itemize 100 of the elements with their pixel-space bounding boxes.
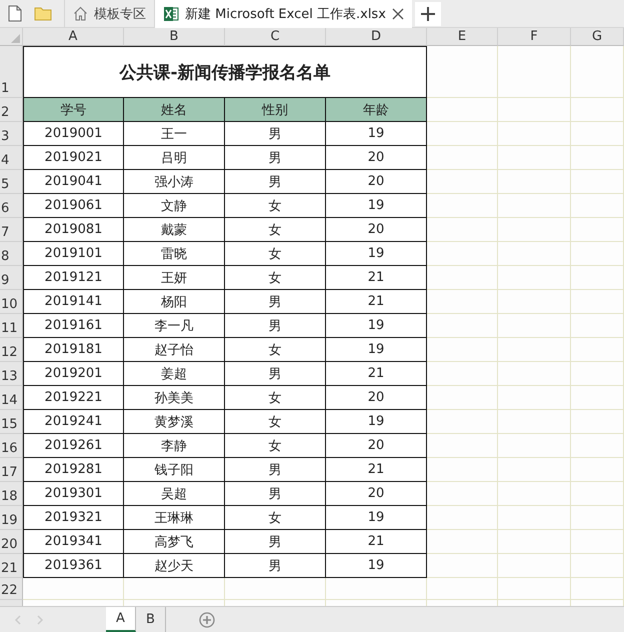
- table-cell: 2019121: [23, 266, 124, 290]
- row-header[interactable]: 6: [0, 194, 23, 218]
- table-cell: 文静: [124, 194, 225, 218]
- table-cell: 王琳琳: [124, 506, 225, 530]
- table-cell: 19: [326, 314, 427, 338]
- folder-icon[interactable]: [34, 6, 52, 21]
- table-cell: 2019041: [23, 170, 124, 194]
- table-cell: 吕明: [124, 146, 225, 170]
- table-cell: 21: [326, 290, 427, 314]
- row-header[interactable]: 20: [0, 530, 23, 554]
- table-cell: 赵子怡: [124, 338, 225, 362]
- table-cell: 21: [326, 530, 427, 554]
- sheet-tab[interactable]: B: [136, 607, 166, 632]
- table-cell: 王一: [124, 122, 225, 146]
- table-cell: 男: [225, 530, 326, 554]
- row-header[interactable]: 10: [0, 290, 23, 314]
- table-cell: 赵少天: [124, 554, 225, 578]
- table-cell: 20: [326, 482, 427, 506]
- row-header[interactable]: 14: [0, 386, 23, 410]
- row-header[interactable]: 15: [0, 410, 23, 434]
- row-header[interactable]: 22: [0, 578, 23, 600]
- table-cell: 王妍: [124, 266, 225, 290]
- table-cell: 钱子阳: [124, 458, 225, 482]
- table-cell: 杨阳: [124, 290, 225, 314]
- row-header[interactable]: [0, 600, 23, 606]
- new-file-icon[interactable]: [8, 5, 22, 22]
- table-cell: 2019021: [23, 146, 124, 170]
- table-cell: 女: [225, 410, 326, 434]
- table-cell: 男: [225, 122, 326, 146]
- plus-icon: [420, 6, 435, 20]
- new-tab-button[interactable]: [414, 2, 441, 26]
- table-title: 公共课-新闻传播学报名名单: [23, 46, 427, 98]
- table-cell: 2019181: [23, 338, 124, 362]
- table-cell: 19: [326, 410, 427, 434]
- row-header[interactable]: 11: [0, 314, 23, 338]
- table-cell: 20: [326, 170, 427, 194]
- table-cell: 21: [326, 362, 427, 386]
- table-cell: 2019361: [23, 554, 124, 578]
- table-cell: 19: [326, 554, 427, 578]
- row-header[interactable]: 1: [0, 46, 23, 98]
- table-cell: 男: [225, 554, 326, 578]
- row-header[interactable]: 19: [0, 506, 23, 530]
- add-sheet-icon[interactable]: [198, 612, 215, 628]
- table-cell: 20: [326, 218, 427, 242]
- column-heading: 姓名: [124, 98, 225, 122]
- previous-sheet-icon[interactable]: [14, 614, 22, 624]
- table-cell: 2019341: [23, 530, 124, 554]
- row-header[interactable]: 4: [0, 146, 23, 170]
- table-cell: 2019101: [23, 242, 124, 266]
- row-header[interactable]: 13: [0, 362, 23, 386]
- table-cell: 女: [225, 338, 326, 362]
- table-cell: 男: [225, 314, 326, 338]
- table-cell: 女: [225, 218, 326, 242]
- document-tab[interactable]: 新建 Microsoft Excel 工作表.xlsx: [154, 0, 412, 28]
- row-header[interactable]: 2: [0, 98, 23, 122]
- row-header[interactable]: 7: [0, 218, 23, 242]
- table-cell: 吴超: [124, 482, 225, 506]
- table-cell: 李一凡: [124, 314, 225, 338]
- row-header[interactable]: 16: [0, 434, 23, 458]
- column-header[interactable]: E: [427, 28, 498, 46]
- column-header[interactable]: F: [498, 28, 571, 46]
- column-header[interactable]: D: [326, 28, 427, 46]
- column-header[interactable]: A: [23, 28, 124, 46]
- row-header[interactable]: 3: [0, 122, 23, 146]
- column-header[interactable]: G: [571, 28, 624, 46]
- table-cell: 20: [326, 386, 427, 410]
- table-cell: 2019281: [23, 458, 124, 482]
- table-cell: 孙美美: [124, 386, 225, 410]
- row-header[interactable]: 12: [0, 338, 23, 362]
- column-heading: 学号: [23, 98, 124, 122]
- table-cell: 高梦飞: [124, 530, 225, 554]
- table-cell: 19: [326, 242, 427, 266]
- column-header[interactable]: C: [225, 28, 326, 46]
- table-cell: 黄梦溪: [124, 410, 225, 434]
- row-header[interactable]: 18: [0, 482, 23, 506]
- table-cell: 女: [225, 266, 326, 290]
- row-header[interactable]: 8: [0, 242, 23, 266]
- table-cell: 雷晓: [124, 242, 225, 266]
- close-icon[interactable]: [392, 8, 404, 20]
- row-header[interactable]: 17: [0, 458, 23, 482]
- table-cell: 2019201: [23, 362, 124, 386]
- row-header[interactable]: 9: [0, 266, 23, 290]
- row-header[interactable]: 21: [0, 554, 23, 578]
- table-cell: 19: [326, 194, 427, 218]
- table-cell: 女: [225, 386, 326, 410]
- table-cell: 2019081: [23, 218, 124, 242]
- table-cell: 李静: [124, 434, 225, 458]
- table-cell: 男: [225, 482, 326, 506]
- table-cell: 男: [225, 170, 326, 194]
- column-header[interactable]: B: [124, 28, 225, 46]
- table-cell: 戴蒙: [124, 218, 225, 242]
- table-cell: 姜超: [124, 362, 225, 386]
- table-cell: 2019261: [23, 434, 124, 458]
- sheet-tab[interactable]: A: [106, 607, 136, 632]
- next-sheet-icon[interactable]: [36, 614, 44, 624]
- table-cell: 19: [326, 338, 427, 362]
- table-cell: 20: [326, 434, 427, 458]
- row-header[interactable]: 5: [0, 170, 23, 194]
- select-all-icon[interactable]: [11, 34, 20, 43]
- table-cell: 19: [326, 122, 427, 146]
